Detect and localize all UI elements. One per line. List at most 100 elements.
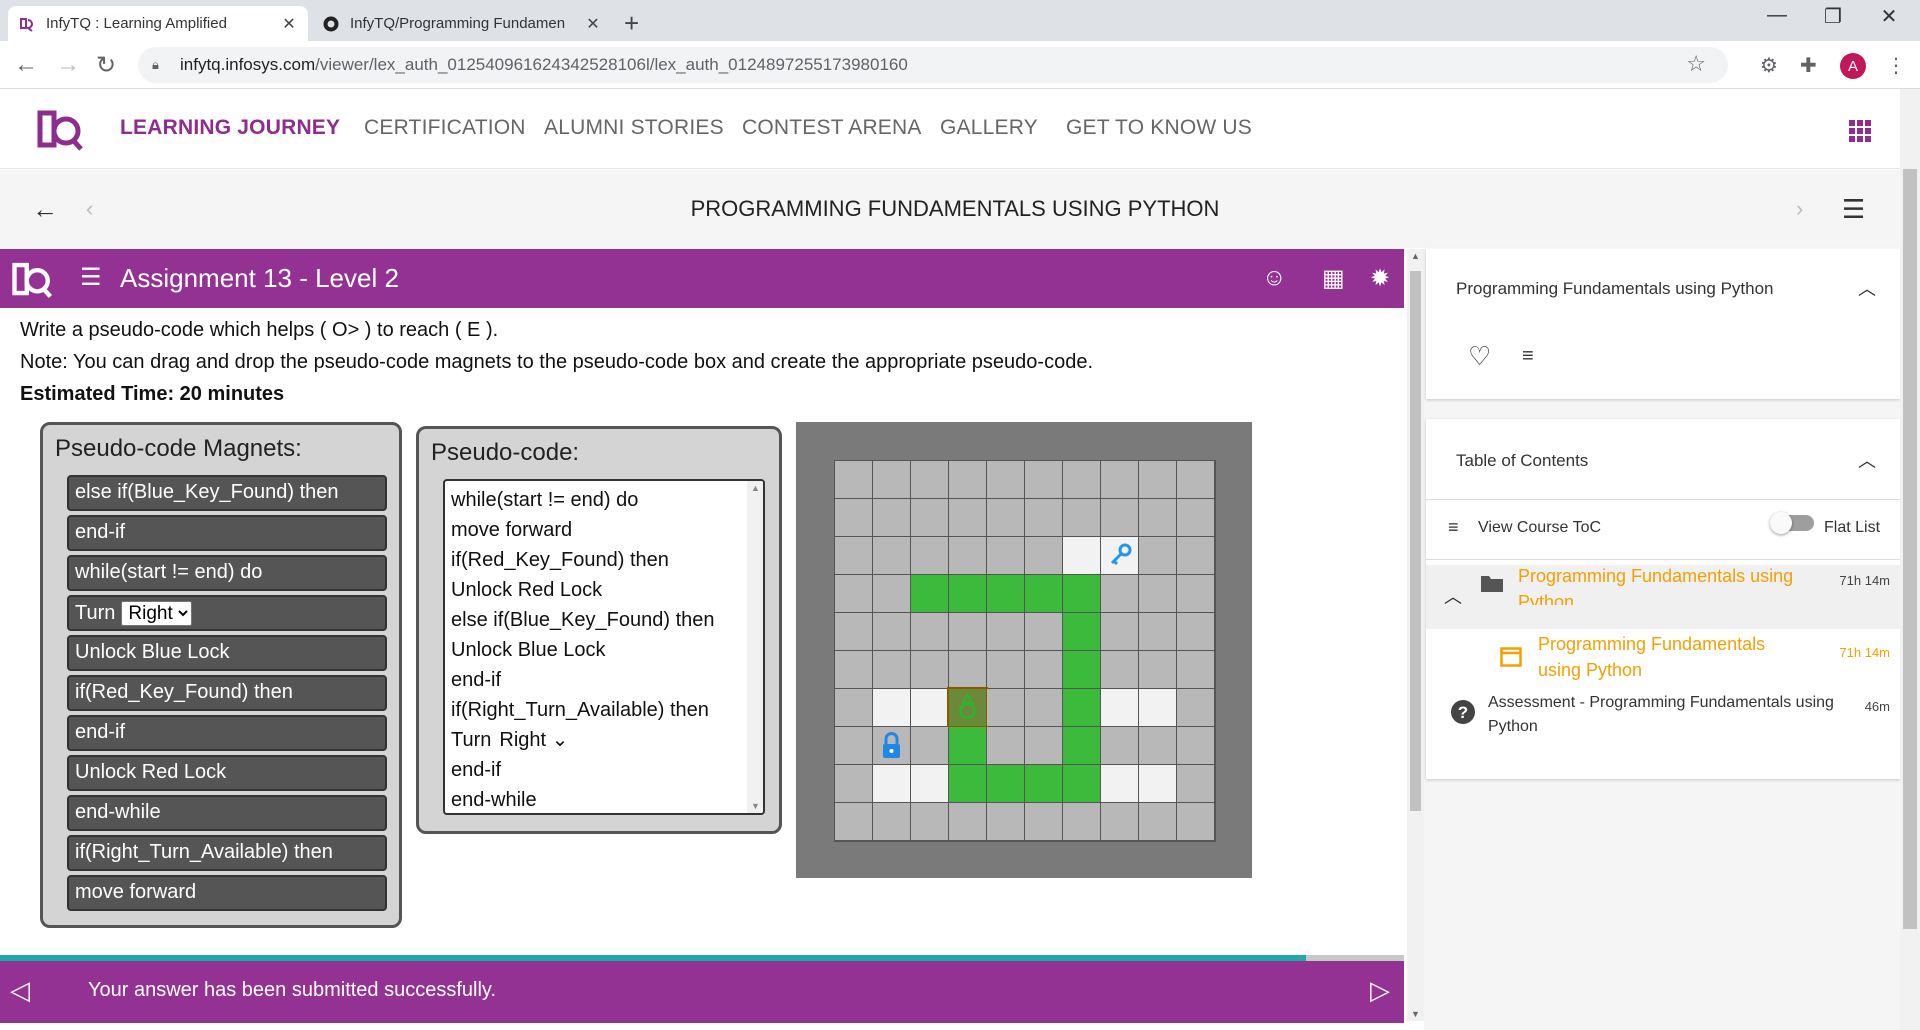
nav-alumni-stories[interactable]: ALUMNI STORIES (544, 116, 724, 140)
forward-arrow-icon[interactable]: → (56, 51, 80, 79)
smiley-icon[interactable]: ☺ (1262, 264, 1287, 292)
maze-cell (1063, 537, 1100, 574)
page-scrollbar[interactable] (1900, 89, 1920, 1030)
nav-learning-journey[interactable]: LEARNING JOURNEY (120, 116, 340, 140)
close-icon[interactable]: ✕ (280, 14, 298, 34)
close-icon[interactable]: ✕ (584, 14, 602, 34)
nav-contest-arena[interactable]: CONTEST ARENA (742, 116, 922, 140)
calendar-icon[interactable]: ▦ (1322, 264, 1345, 293)
maze-cell (1101, 461, 1138, 498)
pseudocode-line[interactable]: else if(Blue_Key_Found) then (445, 605, 763, 635)
new-tab-icon[interactable]: + (624, 8, 639, 39)
turn-direction-select[interactable]: Right (121, 601, 193, 626)
toc-entry-module[interactable]: ︿ Programming Fundamentals using Python … (1426, 565, 1900, 629)
infytq-logo-icon[interactable] (36, 105, 84, 153)
playlist-icon[interactable]: ≡ (1522, 345, 1534, 368)
pseudocode-magnet[interactable]: while(start != end) do (67, 555, 387, 591)
pseudocode-magnet[interactable]: end-if (67, 515, 387, 551)
pseudocode-magnet[interactable]: end-while (67, 795, 387, 831)
pseudocode-line[interactable]: if(Right_Turn_Available) then (445, 695, 763, 725)
toc-entry-assessment[interactable]: ? Assessment - Programming Fundamentals … (1426, 691, 1900, 751)
maze-cell (835, 803, 872, 840)
pseudocode-magnet[interactable]: move forward (67, 875, 387, 911)
scrollbar-thumb[interactable] (1903, 169, 1917, 929)
assignment-scrollbar[interactable]: ▲ ▼ (1407, 249, 1424, 1021)
collapse-chevron-icon[interactable]: ︿ (1858, 447, 1876, 473)
browser-tab-infytq[interactable]: InfyTQ : Learning Amplified ✕ (8, 6, 308, 41)
nav-get-to-know-us[interactable]: GET TO KNOW US (1066, 116, 1252, 140)
extension-gear-icon[interactable]: ⚙ (1760, 53, 1778, 78)
estimated-time: Estimated Time: 20 minutes (20, 383, 285, 405)
pseudocode-magnet[interactable]: if(Right_Turn_Available) then (67, 835, 387, 871)
scrollbar-thumb[interactable] (1410, 271, 1421, 811)
maze-cell (1101, 651, 1138, 688)
pseudocode-magnet[interactable]: Unlock Blue Lock (67, 635, 387, 671)
github-icon (322, 15, 340, 33)
next-triangle-icon[interactable]: ▷ (1370, 975, 1390, 1006)
browser-menu-icon[interactable]: ⋮ (1886, 53, 1906, 78)
toc-entry-resource[interactable]: Programming Fundamentals using Python 71… (1426, 631, 1900, 687)
settings-gear-icon[interactable]: ✹ (1370, 264, 1390, 293)
pseudocode-line[interactable]: end-if (445, 755, 763, 785)
maze-cell (1177, 727, 1214, 764)
maze-cell (1025, 765, 1062, 802)
flat-list-toggle[interactable] (1770, 512, 1814, 534)
code-line-text: Unlock Red Lock (451, 579, 603, 601)
back-arrow-icon[interactable]: ← (14, 51, 38, 79)
maze-cell (1101, 689, 1138, 726)
pseudocode-line[interactable]: end-if (445, 665, 763, 695)
pseudocode-box[interactable]: while(start != end) do move forward if(Red… (443, 479, 765, 815)
maze-cell (1101, 575, 1138, 612)
pseudocode-line[interactable]: if(Red_Key_Found) then (445, 545, 763, 575)
window-close-icon[interactable]: ✕ (1866, 4, 1912, 29)
bookmark-star-icon[interactable]: ☆ (1686, 51, 1706, 77)
url-input[interactable]: 🔒︎ infytq.infosys.com/viewer/lex_auth_01… (138, 47, 1728, 83)
blue-lock-icon (873, 727, 910, 764)
maximize-icon[interactable]: ❐ (1810, 4, 1856, 29)
maze-cell (1139, 499, 1176, 536)
reload-icon[interactable]: ↻ (96, 51, 116, 80)
pseudocode-line[interactable]: end-while (445, 785, 763, 813)
pseudocode-scrollbar[interactable]: ▲ ▼ (747, 481, 763, 813)
pseudocode-magnet[interactable]: else if(Blue_Key_Found) then (67, 475, 387, 511)
pseudocode-magnet[interactable]: if(Red_Key_Found) then (67, 675, 387, 711)
assignment-menu-icon[interactable]: ☰ (80, 263, 102, 292)
pseudocode-line[interactable]: while(start != end) do (445, 485, 763, 515)
pseudocode-magnet[interactable]: end-if (67, 715, 387, 751)
maze-cell (873, 689, 910, 726)
pseudocode-line[interactable]: Turn Right ⌄ (445, 725, 763, 755)
previous-triangle-icon[interactable]: ◁ (10, 975, 30, 1006)
next-chevron-icon[interactable]: › (1796, 196, 1803, 222)
code-line-text: Turn (451, 729, 492, 751)
maze-cell (911, 803, 948, 840)
profile-avatar[interactable]: A (1840, 53, 1866, 79)
heart-icon[interactable]: ♡ (1468, 341, 1491, 372)
maze-cell (1177, 461, 1214, 498)
menu-hamburger-icon[interactable]: ☰ (1842, 194, 1865, 225)
maze-cell (873, 765, 910, 802)
apps-grid-icon[interactable] (1849, 120, 1871, 142)
pseudocode-magnet[interactable]: Turn Right (67, 595, 387, 631)
extensions-puzzle-icon[interactable]: ✚ (1800, 53, 1817, 78)
magnets-panel: Pseudo-code Magnets: else if(Blue_Key_Fo… (40, 422, 402, 928)
browser-tab-github[interactable]: InfyTQ/Programming Fundamen ✕ (312, 6, 612, 41)
view-course-toc-link[interactable]: View Course ToC (1478, 519, 1601, 537)
pseudocode-magnet[interactable]: Unlock Red Lock (67, 755, 387, 791)
maze-cell (1063, 499, 1100, 536)
expand-chevron-icon[interactable]: ︿ (1444, 583, 1462, 609)
pseudocode-line[interactable]: Unlock Red Lock (445, 575, 763, 605)
maze-grid (834, 460, 1216, 842)
collapse-chevron-icon[interactable]: ︿ (1858, 275, 1876, 301)
nav-gallery[interactable]: GALLERY (940, 116, 1038, 140)
maze-cell (835, 727, 872, 764)
magnet-label: Turn (75, 602, 116, 624)
nav-certification[interactable]: CERTIFICATION (364, 116, 526, 140)
turn-direction-dropdown[interactable]: Right ⌄ (499, 729, 568, 751)
maze-cell (1177, 689, 1214, 726)
pseudocode-line[interactable]: move forward (445, 515, 763, 545)
minimize-icon[interactable]: — (1754, 4, 1800, 27)
pseudocode-line[interactable]: Unlock Blue Lock (445, 635, 763, 665)
tab-label: InfyTQ : Learning Amplified (46, 15, 227, 32)
code-line-text: move forward (451, 519, 573, 541)
toc-entry-label: Programming Fundamentals using Python (1538, 634, 1766, 680)
